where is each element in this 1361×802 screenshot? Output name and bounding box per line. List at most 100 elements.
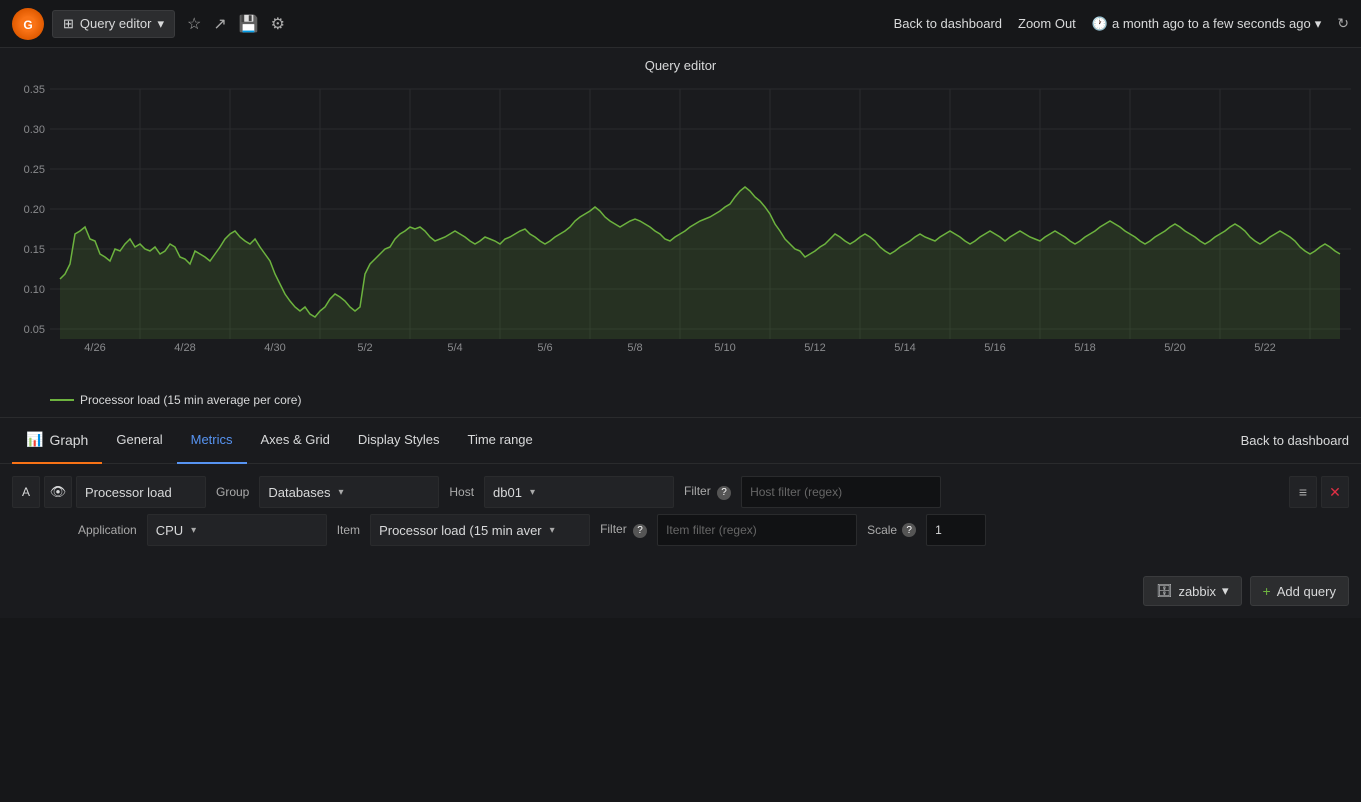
bar-chart-icon: 📊 bbox=[26, 431, 43, 448]
tab-display-styles-label: Display Styles bbox=[358, 432, 440, 447]
metrics-row-1: A 👁 Processor load Group Databases ▾ Hos… bbox=[12, 476, 1349, 508]
add-query-label: Add query bbox=[1277, 584, 1336, 599]
chevron-down-icon: ▾ bbox=[1222, 583, 1229, 599]
svg-text:5/16: 5/16 bbox=[984, 342, 1005, 354]
application-select[interactable]: CPU ▾ bbox=[147, 514, 327, 546]
time-range-label: a month ago to a few seconds ago bbox=[1112, 16, 1311, 31]
svg-text:5/20: 5/20 bbox=[1164, 342, 1185, 354]
plus-icon: + bbox=[1263, 583, 1271, 599]
filter-help-icon: ? bbox=[717, 486, 731, 500]
tab-metrics-label: Metrics bbox=[191, 432, 233, 447]
back-to-dashboard-button[interactable]: Back to dashboard bbox=[894, 16, 1002, 31]
zabbix-label: zabbix bbox=[1178, 584, 1216, 599]
tab-axes-grid-label: Axes & Grid bbox=[261, 432, 330, 447]
add-query-button[interactable]: + Add query bbox=[1250, 576, 1349, 606]
svg-text:5/6: 5/6 bbox=[537, 342, 552, 354]
svg-text:0.15: 0.15 bbox=[24, 244, 45, 256]
legend-line bbox=[50, 399, 74, 401]
filter-label: Filter ? bbox=[678, 484, 737, 500]
svg-text:5/14: 5/14 bbox=[894, 342, 915, 354]
alias-cell: A bbox=[12, 476, 40, 508]
host-select[interactable]: db01 ▾ bbox=[484, 476, 674, 508]
topbar: G ⊞ Query editor ▾ ☆ ↗ 💾 ⚙ Back to dashb… bbox=[0, 0, 1361, 48]
chart-title: Query editor bbox=[0, 58, 1361, 73]
item-filter-input[interactable]: Item filter (regex) bbox=[657, 514, 857, 546]
item-filter-placeholder: Item filter (regex) bbox=[666, 523, 757, 537]
svg-text:5/10: 5/10 bbox=[714, 342, 735, 354]
item-select[interactable]: Processor load (15 min aver ▾ bbox=[370, 514, 590, 546]
svg-text:5/4: 5/4 bbox=[447, 342, 462, 354]
svg-text:5/8: 5/8 bbox=[627, 342, 642, 354]
svg-text:4/28: 4/28 bbox=[174, 342, 195, 354]
share-icon[interactable]: ↗ bbox=[213, 14, 226, 34]
tab-graph-label: Graph bbox=[49, 432, 88, 448]
database-icon: 🗄 bbox=[1156, 583, 1173, 599]
tab-display-styles[interactable]: Display Styles bbox=[344, 418, 454, 464]
host-value: db01 bbox=[493, 485, 522, 500]
chart-svg: 0.35 0.30 0.25 0.20 0.15 0.10 0.05 4/26 bbox=[10, 79, 1351, 359]
item-filter-label: Filter ? bbox=[594, 522, 653, 538]
tab-axes-grid[interactable]: Axes & Grid bbox=[247, 418, 344, 464]
tab-graph[interactable]: 📊 Graph bbox=[12, 418, 102, 464]
query-editor-label: Query editor bbox=[80, 16, 152, 31]
clock-icon: 🕐 bbox=[1092, 16, 1108, 32]
svg-text:0.30: 0.30 bbox=[24, 124, 45, 136]
row-delete-button[interactable]: ✕ bbox=[1321, 476, 1349, 508]
group-label: Group bbox=[210, 485, 255, 499]
grafana-logo: G bbox=[12, 8, 44, 40]
chevron-down-icon: ▾ bbox=[550, 525, 555, 536]
item-value: Processor load (15 min aver bbox=[379, 523, 542, 538]
scale-label: Scale ? bbox=[861, 523, 922, 537]
host-filter-input[interactable]: Host filter (regex) bbox=[741, 476, 941, 508]
zoom-out-button[interactable]: Zoom Out bbox=[1018, 16, 1076, 31]
row-menu-button[interactable]: ≡ bbox=[1289, 476, 1317, 508]
scale-input[interactable]: 1 bbox=[926, 514, 986, 546]
svg-text:0.25: 0.25 bbox=[24, 164, 45, 176]
tab-general[interactable]: General bbox=[102, 418, 176, 464]
tab-time-range-label: Time range bbox=[468, 432, 533, 447]
metrics-content: A 👁 Processor load Group Databases ▾ Hos… bbox=[0, 464, 1361, 564]
query-editor-button[interactable]: ⊞ Query editor ▾ bbox=[52, 10, 175, 38]
grid-icon: ⊞ bbox=[63, 16, 74, 32]
svg-text:4/30: 4/30 bbox=[264, 342, 285, 354]
chevron-down-icon: ▾ bbox=[191, 525, 196, 536]
svg-text:5/2: 5/2 bbox=[357, 342, 372, 354]
editor-back-to-dashboard-button[interactable]: Back to dashboard bbox=[1241, 433, 1349, 448]
svg-text:0.35: 0.35 bbox=[24, 84, 45, 96]
tab-time-range[interactable]: Time range bbox=[454, 418, 547, 464]
tab-metrics[interactable]: Metrics bbox=[177, 418, 247, 464]
scale-value: 1 bbox=[935, 523, 942, 537]
zabbix-datasource-button[interactable]: 🗄 zabbix ▾ bbox=[1143, 576, 1242, 606]
group-select[interactable]: Databases ▾ bbox=[259, 476, 439, 508]
svg-text:5/18: 5/18 bbox=[1074, 342, 1095, 354]
chevron-down-icon: ▾ bbox=[157, 16, 164, 32]
topbar-icons: ☆ ↗ 💾 ⚙ bbox=[187, 14, 285, 34]
time-range-button[interactable]: 🕐 a month ago to a few seconds ago ▾ bbox=[1092, 16, 1321, 32]
scale-help-icon: ? bbox=[902, 523, 916, 537]
svg-text:G: G bbox=[23, 18, 32, 32]
star-icon[interactable]: ☆ bbox=[187, 14, 201, 34]
chevron-down-icon: ▾ bbox=[339, 487, 344, 498]
chevron-down-icon: ▾ bbox=[1315, 16, 1322, 32]
save-icon[interactable]: 💾 bbox=[239, 14, 259, 34]
tab-general-label: General bbox=[116, 432, 162, 447]
legend-label: Processor load (15 min average per core) bbox=[80, 393, 301, 407]
svg-text:0.10: 0.10 bbox=[24, 284, 45, 296]
host-label: Host bbox=[443, 485, 480, 499]
item-filter-help-icon: ? bbox=[633, 524, 647, 538]
svg-text:0.05: 0.05 bbox=[24, 324, 45, 336]
topbar-right: Back to dashboard Zoom Out 🕐 a month ago… bbox=[894, 15, 1349, 32]
settings-icon[interactable]: ⚙ bbox=[271, 14, 285, 34]
group-value: Databases bbox=[268, 485, 330, 500]
metric-name-cell: Processor load bbox=[76, 476, 206, 508]
application-label: Application bbox=[72, 523, 143, 537]
refresh-icon[interactable]: ↻ bbox=[1337, 15, 1349, 32]
svg-text:4/26: 4/26 bbox=[84, 342, 105, 354]
chart-container: Query editor 0.35 0.30 0.25 0.20 0.15 0.… bbox=[0, 48, 1361, 418]
editor-tabs: 📊 Graph General Metrics Axes & Grid Disp… bbox=[0, 418, 1361, 464]
panel-editor: 📊 Graph General Metrics Axes & Grid Disp… bbox=[0, 418, 1361, 618]
visibility-toggle[interactable]: 👁 bbox=[44, 476, 72, 508]
chart-legend: Processor load (15 min average per core) bbox=[0, 389, 1361, 407]
chevron-down-icon: ▾ bbox=[530, 487, 535, 498]
svg-text:5/22: 5/22 bbox=[1254, 342, 1275, 354]
